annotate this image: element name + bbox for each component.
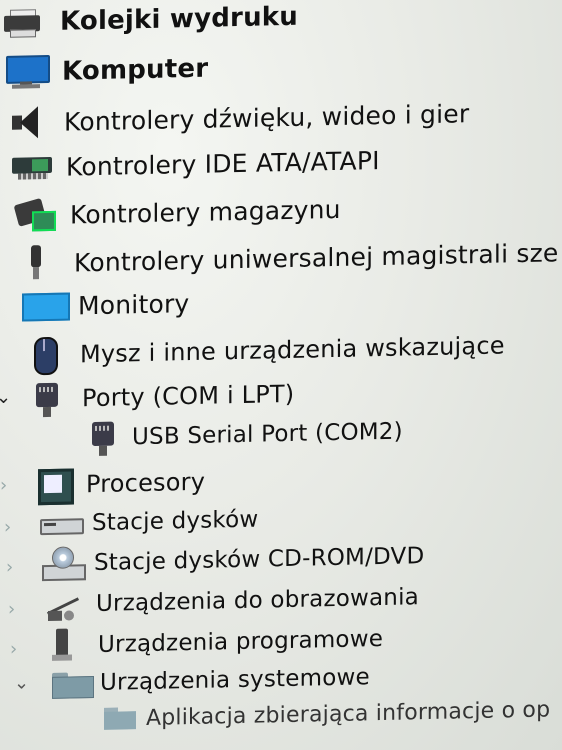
chevron-right-icon[interactable]: › — [8, 599, 24, 620]
storage-controller-icon — [12, 197, 56, 234]
cpu-icon — [32, 464, 76, 506]
mouse-icon — [24, 335, 64, 376]
tree-item-label: Mysz i inne urządzenia wskazujące — [80, 331, 505, 369]
port-icon — [28, 379, 68, 420]
chevron-down-icon[interactable]: ⌄ — [0, 387, 12, 408]
tree-item-storage-controllers[interactable]: Kontrolery magazynu — [12, 191, 341, 234]
tree-item-usb-controllers[interactable]: Kontrolery uniwersalnej magistrali sze — [18, 232, 559, 283]
tree-item-ide-ata-controllers[interactable]: Kontrolery IDE ATA/ATAPI — [10, 144, 380, 184]
tree-item-system-devices[interactable]: ⌄ Urządzenia systemowe — [0, 660, 370, 702]
tree-item-processors[interactable]: › Procesory — [0, 462, 205, 506]
tree-item-mice[interactable]: Mysz i inne urządzenia wskazujące — [24, 325, 505, 376]
tree-item-label: Kontrolery dźwięku, wideo i gier — [64, 98, 470, 137]
tree-item-label: Kolejki wydruku — [60, 1, 298, 37]
tree-item-label: Monitory — [78, 288, 190, 320]
chevron-right-icon[interactable]: › — [4, 517, 20, 538]
folder-icon — [48, 666, 96, 701]
ide-controller-icon — [10, 151, 54, 184]
chevron-right-icon[interactable]: › — [0, 475, 16, 496]
monitor-icon — [4, 54, 50, 90]
tree-item-software-devices[interactable]: › Urządzenia programowe — [0, 620, 383, 666]
tree-item-label: Urządzenia systemowe — [100, 664, 370, 696]
tree-item-label: Porty (COM i LPT) — [82, 379, 295, 413]
chevron-right-icon[interactable]: › — [10, 639, 26, 660]
tree-item-computer[interactable]: Komputer — [4, 52, 208, 90]
chevron-down-icon[interactable]: ⌄ — [14, 672, 30, 693]
folder-icon — [100, 703, 140, 734]
tree-item-print-queues[interactable]: Kolejki wydruku — [2, 2, 298, 38]
chevron-right-icon[interactable]: › — [6, 557, 22, 578]
tree-item-label: USB Serial Port (COM2) — [132, 418, 403, 451]
tree-item-label: Aplikacja zbierająca informacje o op — [146, 696, 551, 731]
tree-item-disk-drives[interactable]: › Stacje dysków — [0, 503, 258, 542]
printer-icon — [2, 7, 42, 38]
disk-drive-icon — [36, 506, 84, 541]
tree-item-label: Kontrolery IDE ATA/ATAPI — [66, 145, 380, 182]
tree-item-system-app-info[interactable]: Aplikacja zbierająca informacje o op — [100, 694, 550, 733]
tree-item-ports[interactable]: ⌄ Porty (COM i LPT) — [0, 374, 294, 420]
tree-item-usb-serial-port[interactable]: USB Serial Port (COM2) — [84, 412, 403, 459]
camera-icon — [40, 586, 88, 623]
tree-item-imaging-devices[interactable]: › Urządzenia do obrazowania — [0, 579, 419, 624]
tree-item-label: Kontrolery uniwersalnej magistrali sze — [74, 237, 559, 277]
display-icon — [20, 291, 70, 322]
tree-item-label: Stacje dysków — [92, 506, 259, 537]
device-manager-tree: Kolejki wydruku Komputer Kontrolery dźwi… — [0, 0, 562, 750]
tree-item-monitors[interactable]: Monitory — [20, 288, 189, 322]
tree-item-label: Komputer — [62, 53, 209, 87]
serial-port-icon — [84, 417, 124, 458]
tree-item-cd-dvd-drives[interactable]: › Stacje dysków CD-ROM/DVD — [0, 537, 424, 584]
tree-item-label: Urządzenia do obrazowania — [96, 584, 419, 617]
usb-plug-icon — [18, 243, 54, 284]
cd-drive-icon — [38, 544, 86, 583]
speaker-icon — [8, 103, 44, 142]
tree-item-label: Stacje dysków CD-ROM/DVD — [94, 543, 425, 577]
tree-item-label: Kontrolery magazynu — [70, 194, 341, 230]
tree-item-label: Urządzenia programowe — [98, 625, 384, 658]
tree-item-sound-video-game-controllers[interactable]: Kontrolery dźwięku, wideo i gier — [8, 94, 469, 142]
software-device-icon — [42, 626, 86, 665]
tree-item-label: Procesory — [86, 467, 206, 499]
